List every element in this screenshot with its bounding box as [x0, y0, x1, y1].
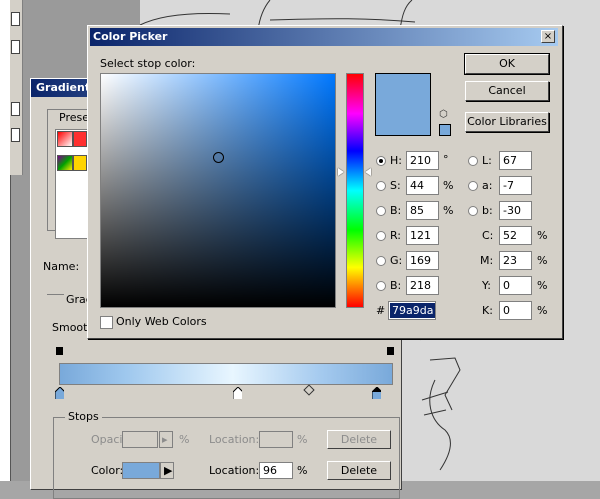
lightness-field[interactable]: 67	[499, 151, 532, 170]
stop-color-swatch[interactable]	[122, 462, 160, 479]
radio-saturation[interactable]	[376, 181, 386, 191]
web-safe-color-swatch[interactable]	[439, 124, 451, 136]
color-location-unit: %	[297, 464, 308, 477]
preset-swatch[interactable]	[57, 131, 73, 147]
saturation-unit: %	[443, 179, 454, 192]
magenta-unit: %	[537, 254, 548, 267]
red-field[interactable]: 121	[406, 226, 439, 245]
web-safe-cube-icon[interactable]: ⬡	[439, 110, 449, 120]
lightness-label: L:	[482, 154, 492, 167]
magenta-field[interactable]: 23	[499, 251, 532, 270]
radio-hue[interactable]	[376, 156, 386, 166]
preset-swatch[interactable]	[73, 155, 87, 171]
color-field-cursor[interactable]	[213, 152, 224, 163]
opacity-location-unit: %	[297, 433, 308, 446]
hex-value: 79a9da	[390, 303, 436, 318]
tool-icon[interactable]	[11, 40, 20, 54]
gradient-midpoint[interactable]	[303, 384, 315, 396]
hex-label: #	[376, 304, 386, 317]
color-label: Color:	[91, 464, 124, 477]
hue-slider[interactable]	[346, 73, 364, 308]
cyan-unit: %	[537, 229, 548, 242]
new-color-preview	[375, 73, 431, 136]
green-field[interactable]: 169	[406, 251, 439, 270]
hue-field[interactable]: 210	[406, 151, 439, 170]
hue-label: H:	[390, 154, 402, 167]
radio-lightness[interactable]	[468, 156, 478, 166]
tool-strip	[10, 0, 23, 175]
b-channel-field[interactable]: -30	[499, 201, 532, 220]
hue-unit: °	[443, 153, 449, 166]
opacity-stop-right[interactable]	[386, 345, 395, 357]
close-icon[interactable]: ×	[541, 30, 555, 43]
hue-slider-arrow-right[interactable]	[365, 168, 371, 176]
opacity-delete-button: Delete	[327, 430, 391, 449]
tool-icon[interactable]	[11, 102, 20, 116]
tool-icon[interactable]	[11, 128, 20, 142]
yellow-unit: %	[537, 279, 548, 292]
red-label: R:	[390, 229, 402, 242]
stops-label: Stops	[65, 410, 102, 423]
brightness-field[interactable]: 85	[406, 201, 439, 220]
blue-label: B:	[390, 279, 402, 292]
hue-slider-arrow-left[interactable]	[338, 168, 344, 176]
color-stop-middle[interactable]	[233, 387, 242, 399]
saturation-label: S:	[390, 179, 401, 192]
only-web-colors-label: Only Web Colors	[116, 315, 207, 328]
preset-swatch[interactable]	[57, 155, 73, 171]
a-channel-field[interactable]: -7	[499, 176, 532, 195]
hex-field[interactable]: 79a9da	[388, 301, 436, 320]
b-channel-label: b:	[482, 204, 493, 217]
cyan-label: C:	[482, 229, 494, 242]
color-arrow-icon[interactable]: ▶	[160, 462, 174, 479]
color-picker-title: Color Picker	[90, 28, 558, 46]
color-picker-dialog: Color Picker × Select stop color: Only W…	[87, 25, 563, 339]
a-channel-label: a:	[482, 179, 493, 192]
radio-a-channel[interactable]	[468, 181, 478, 191]
cancel-button[interactable]: Cancel	[465, 81, 549, 101]
radio-blue[interactable]	[376, 281, 386, 291]
opacity-location-label: Location:	[209, 433, 260, 446]
magenta-label: M:	[480, 254, 494, 267]
ok-button[interactable]: OK	[464, 53, 550, 75]
tool-icon[interactable]	[11, 12, 20, 26]
color-location-field[interactable]: 96	[259, 462, 293, 479]
black-field[interactable]: 0	[499, 301, 532, 320]
cyan-field[interactable]: 52	[499, 226, 532, 245]
only-web-colors-checkbox[interactable]	[100, 316, 113, 329]
preset-list	[55, 129, 89, 239]
brightness-unit: %	[443, 204, 454, 217]
green-label: G:	[390, 254, 403, 267]
name-label: Name:	[43, 260, 80, 273]
blue-field[interactable]: 218	[406, 276, 439, 295]
gradient-bar[interactable]	[59, 363, 393, 385]
yellow-label: Y:	[482, 279, 491, 292]
color-stop-left[interactable]	[55, 387, 64, 399]
color-libraries-button[interactable]: Color Libraries	[465, 112, 549, 132]
color-location-label: Location:	[209, 464, 260, 477]
black-label: K:	[482, 304, 493, 317]
radio-green[interactable]	[376, 256, 386, 266]
opacity-unit: %	[179, 433, 190, 446]
color-stop-right[interactable]	[372, 387, 381, 399]
radio-brightness[interactable]	[376, 206, 386, 216]
opacity-location-field	[259, 431, 293, 448]
opacity-field	[122, 431, 158, 448]
radio-red[interactable]	[376, 231, 386, 241]
saturation-field[interactable]: 44	[406, 176, 439, 195]
radio-b-channel[interactable]	[468, 206, 478, 216]
color-delete-button[interactable]: Delete	[327, 461, 391, 480]
black-unit: %	[537, 304, 548, 317]
color-field[interactable]	[100, 73, 336, 308]
select-stop-color-label: Select stop color:	[100, 57, 196, 70]
presets-label: Prese	[57, 111, 91, 124]
opacity-stop-left[interactable]	[55, 345, 64, 357]
opacity-arrow-icon: ▸	[159, 431, 173, 448]
yellow-field[interactable]: 0	[499, 276, 532, 295]
brightness-label: B:	[390, 204, 402, 217]
preset-swatch[interactable]	[73, 131, 87, 147]
